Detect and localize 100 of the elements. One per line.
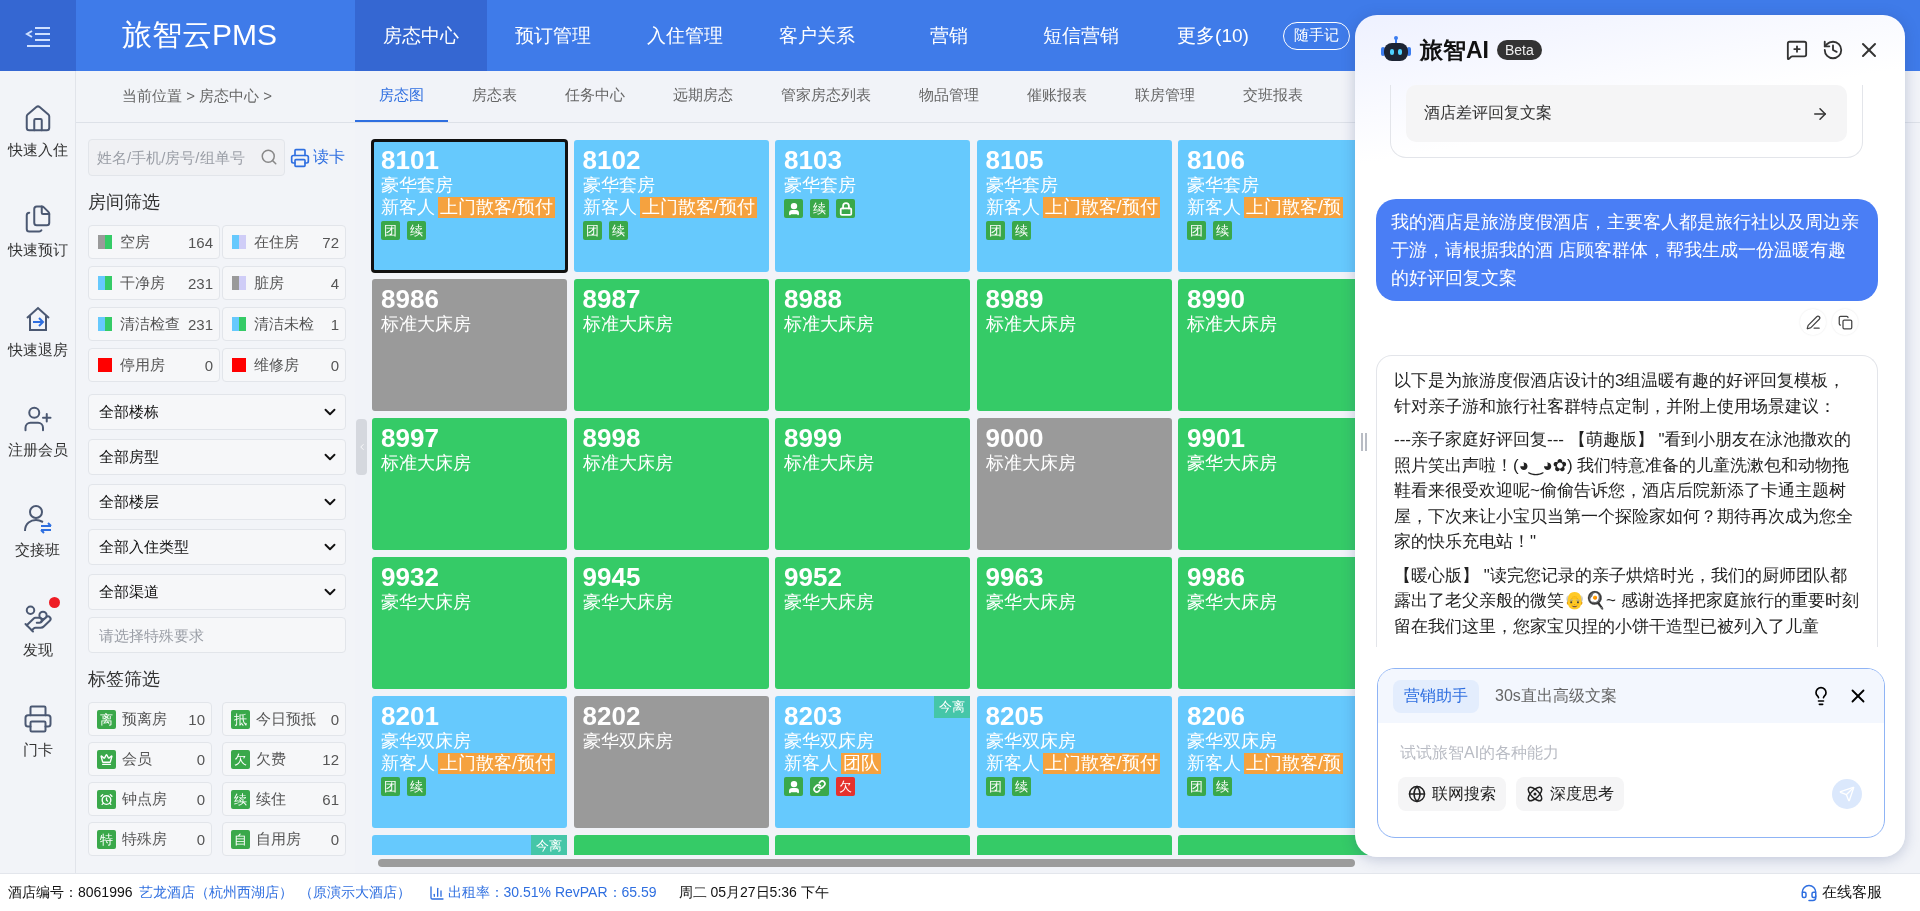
tag-char: 续 [1213, 777, 1232, 796]
room-tile[interactable]: 8101 豪华套房 新客人 上门散客/预付 团 续 [372, 140, 567, 272]
tag-char: 续 [1011, 777, 1031, 796]
tag-filter[interactable]: 欠 欠费 12 [222, 742, 346, 776]
card-reader-button[interactable]: 读卡 [290, 147, 345, 168]
room-number: 9000 [985, 423, 1044, 453]
sidebar-label[interactable]: 门卡 [22, 741, 53, 760]
tag-filter[interactable]: 离 预离房 10 [88, 702, 212, 736]
tag-filter[interactable]: 续 续住 61 [222, 782, 346, 816]
room-tile[interactable]: 8102 豪华套房 新客人 上门散客/预付 团 续 [573, 140, 769, 272]
sidebar-label[interactable]: 交接班 [15, 541, 60, 560]
room-filter[interactable]: 空房 164 [88, 225, 221, 259]
breadcrumb: 当前位置 > 房态中心 > [76, 71, 355, 123]
room-tile[interactable]: 8205 豪华双床房 新客人 上门散客/预付 团 续 [976, 696, 1172, 828]
room-number: 9945 [582, 562, 641, 592]
room-filter[interactable]: 清洁检查 231 [88, 307, 221, 341]
filter-count: 0 [196, 790, 205, 808]
tag-filter[interactable]: 特 特殊房 0 [88, 822, 212, 856]
dropdown-select[interactable]: 全部楼层 [88, 484, 346, 520]
room-tile[interactable]: 8202 豪华双床房 [573, 696, 769, 828]
crown-icon [97, 749, 116, 769]
tag-char: 团 [985, 221, 1005, 240]
new-chat-icon[interactable] [1786, 39, 1808, 61]
dropdown-select[interactable]: 全部渠道 [88, 574, 346, 610]
tab[interactable]: 物品管理 [895, 71, 1003, 122]
suggestion-item[interactable]: 酒店差评回复文案 [1406, 85, 1847, 142]
dropdown-select[interactable]: 全部楼栋 [88, 394, 346, 430]
tag-filter[interactable]: 抵 今日预抵 0 [222, 702, 346, 736]
filter-label: 续住 [256, 789, 287, 809]
tag-filter[interactable]: 钟点房 0 [88, 782, 212, 816]
room-filter[interactable]: 在住房 72 [222, 225, 346, 259]
filter-count: 0 [196, 830, 205, 848]
search-icon[interactable] [260, 148, 278, 166]
tab[interactable]: 联房管理 [1111, 71, 1219, 122]
sidebar-label[interactable]: 注册会员 [7, 441, 68, 460]
drag-handle-icon[interactable] [1361, 433, 1367, 451]
checkout-today-badge: 今离 [531, 835, 567, 855]
mode-chip[interactable]: 营销助手 [1393, 679, 1479, 713]
collapse-handle[interactable] [356, 419, 367, 475]
tab[interactable]: 交班报表 [1219, 71, 1327, 122]
nav-item[interactable]: 客户关系 [751, 0, 883, 71]
special-requirement-field[interactable]: 请选择特殊要求 [88, 617, 346, 653]
reply-paragraph: 【暖心版】 "读完您记录的亲子烘焙时光，我们的厨师团队都露出了老父亲般的微笑👴🍳~ 感谢选择把家庭旅行的重要时刻留在我们这里，您家宝贝捏的小饼干造型已被列入了儿童 [1394, 564, 1860, 638]
filter-count: 1 [330, 315, 339, 333]
tool-button[interactable]: 深度思考 [1516, 777, 1624, 811]
room-filter[interactable]: 停用房 0 [88, 348, 221, 382]
room-number: 8103 [784, 145, 842, 175]
filter-label: 清洁未检 [254, 314, 316, 334]
edit-button[interactable] [1800, 309, 1826, 335]
room-filter[interactable]: 干净房 231 [88, 266, 221, 300]
sidebar-label[interactable]: 发现 [22, 641, 53, 660]
tag-filter[interactable]: 会员 0 [88, 742, 212, 776]
tab[interactable]: 任务中心 [541, 71, 649, 122]
room-type: 豪华套房 [381, 175, 453, 196]
tab[interactable]: 催账报表 [1003, 71, 1111, 122]
room-tile[interactable]: 8203 豪华双床房 新客人 团队 欠 今离 [775, 696, 970, 828]
room-type: 豪华套房 [1187, 175, 1259, 196]
sidebar-label[interactable]: 快速入住 [7, 141, 68, 160]
chart-icon [428, 884, 445, 901]
nav-item[interactable]: 预订管理 [487, 0, 619, 71]
history-icon[interactable] [1822, 39, 1844, 61]
room-filter[interactable]: 脏房 4 [222, 266, 346, 300]
menu-icon[interactable] [25, 24, 51, 47]
room-tile[interactable]: 8201 豪华双床房 新客人 上门散客/预付 团 续 [372, 696, 567, 828]
filter-label: 自用房 [256, 829, 302, 849]
nav-item[interactable]: 短信营销 [1015, 0, 1147, 71]
prompt-field[interactable]: 试试旅智AI的各种能力 [1398, 743, 1848, 763]
tab[interactable]: 房态图 [355, 71, 448, 122]
user-icon [784, 777, 803, 796]
dropdown-select[interactable]: 全部入住类型 [88, 529, 346, 565]
nav-item[interactable]: 入住管理 [619, 0, 751, 71]
room-filter[interactable]: 清洁未检 1 [222, 307, 346, 341]
room-type: 豪华套房 [985, 175, 1058, 196]
copy-button[interactable] [1832, 309, 1858, 335]
dropdown-select[interactable]: 全部房型 [88, 439, 346, 475]
tool-button[interactable]: 联网搜索 [1398, 777, 1506, 811]
support-link[interactable]: 在线客服 [1800, 883, 1882, 902]
former-name: （原演示大酒店） [298, 883, 411, 902]
nav-item[interactable]: 房态中心 [355, 0, 487, 71]
room-type: 标准大床房 [985, 314, 1076, 335]
room-tile[interactable]: 8105 豪华套房 新客人 上门散客/预付 团 续 [976, 140, 1172, 272]
room-tile[interactable]: 8103 豪华套房 续 [775, 140, 970, 272]
tag-filter[interactable]: 自 自用房 0 [222, 822, 346, 856]
room-filter[interactable]: 维修房 0 [222, 348, 346, 382]
sidebar-label[interactable]: 快速退房 [7, 341, 68, 360]
tab[interactable]: 房态表 [448, 71, 541, 122]
filter-label: 停用房 [120, 355, 166, 375]
guest-name: 新客人 [784, 753, 838, 774]
nav-item[interactable]: 营销 [883, 0, 1015, 71]
tab[interactable]: 管家房态列表 [757, 71, 895, 122]
hotel-id: 酒店编号：8061996 [8, 883, 133, 902]
nav-item[interactable]: 更多(10) [1147, 0, 1279, 71]
hotel-name-link[interactable]: 艺龙酒店（杭州西湖店） [138, 883, 293, 902]
tag-char: 续 [810, 199, 829, 218]
room-tile[interactable]: 8986 标准大床房 [372, 279, 567, 411]
room-tile[interactable]: 9000 标准大床房 [976, 418, 1172, 550]
alarm-clock-icon [97, 789, 116, 809]
tab[interactable]: 远期房态 [649, 71, 757, 122]
sidebar-label[interactable]: 快速预订 [7, 241, 68, 260]
search-field[interactable]: 姓名/手机/房号/组单号 [88, 139, 285, 176]
